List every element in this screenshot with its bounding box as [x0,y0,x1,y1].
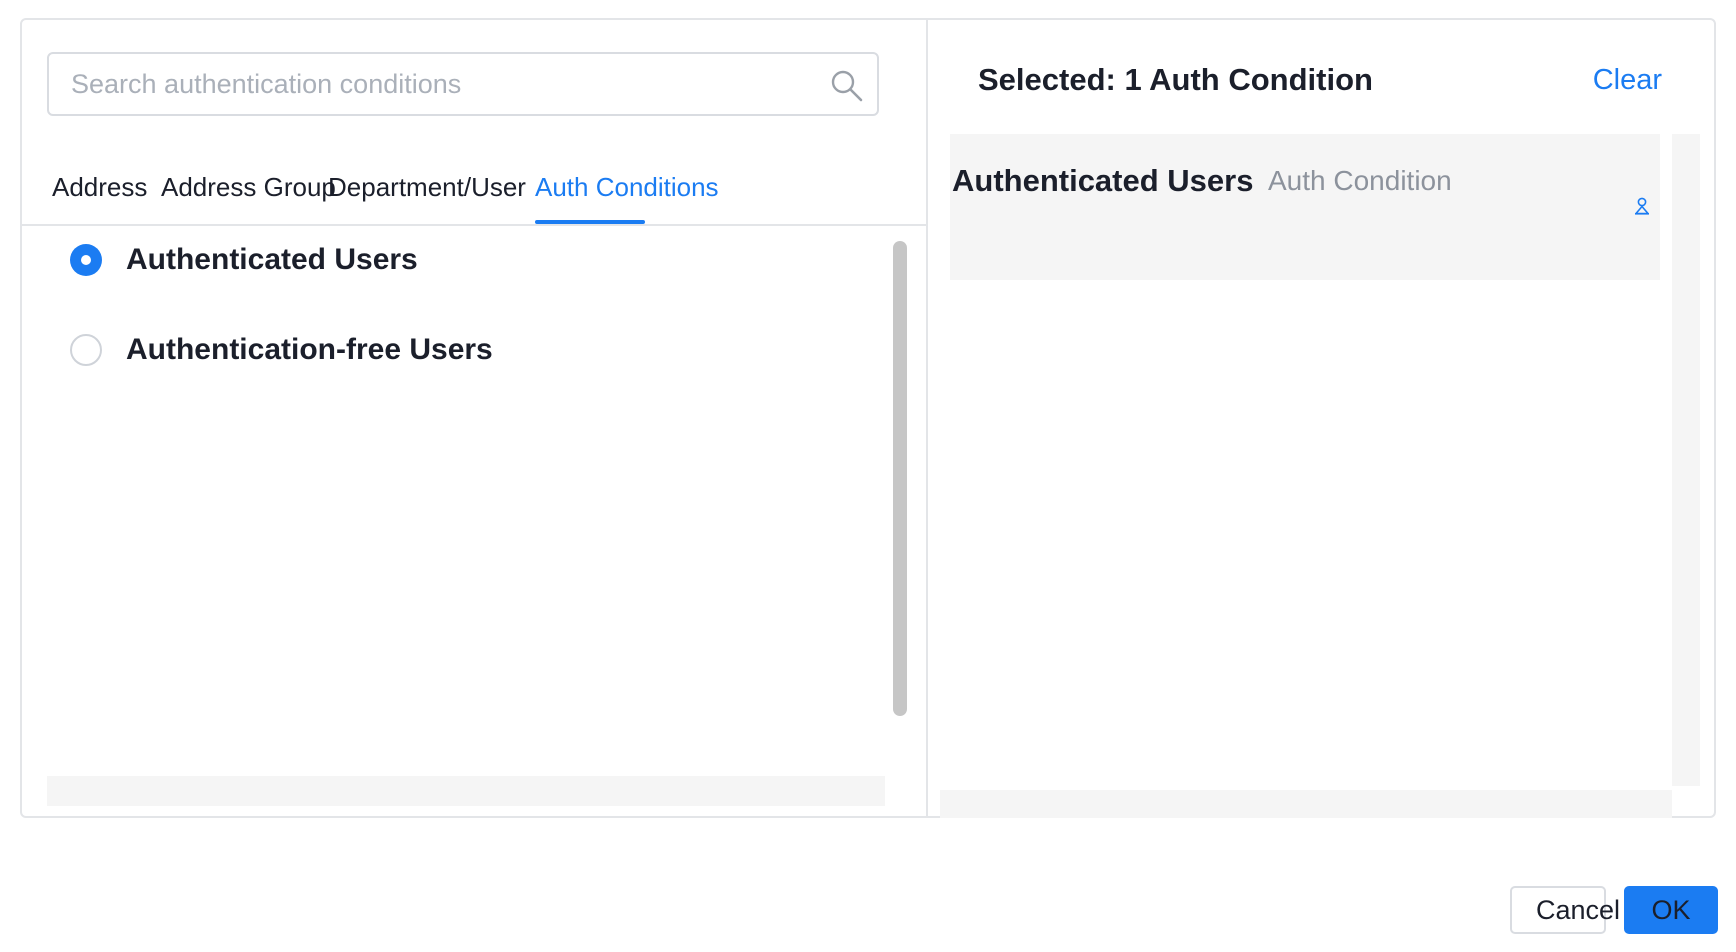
search-box[interactable] [47,52,879,116]
selected-item-name: Authenticated Users [952,163,1254,198]
horizontal-scrollbar[interactable] [47,776,885,806]
search-icon[interactable] [829,68,865,104]
cancel-button[interactable]: Cancel [1510,886,1620,934]
vertical-scrollbar[interactable] [893,241,907,716]
option-authenticated-users[interactable]: Authenticated Users [70,240,418,280]
tab-address[interactable]: Address [52,172,147,203]
selected-count-title: Selected: 1 Auth Condition [978,62,1373,97]
selected-pane: Selected: 1 Auth Condition Clear Authent… [928,20,1714,818]
selected-item: Authenticated Users Auth Condition [950,134,1660,280]
vertical-scrollbar[interactable] [1672,134,1700,786]
tab-address-group[interactable]: Address Group [161,172,336,203]
option-authentication-free-users[interactable]: Authentication-free Users [70,330,493,370]
ok-button[interactable]: OK [1624,886,1718,934]
radio-checked-icon[interactable] [70,244,102,276]
horizontal-scrollbar[interactable] [940,790,1672,818]
selected-item-type: Auth Condition [1268,165,1452,196]
clear-button[interactable]: Clear [1593,64,1662,97]
radio-unchecked-icon[interactable] [70,334,102,366]
available-pane: Address Address Group Department/User Au… [22,20,928,816]
user-icon[interactable] [1634,197,1650,215]
search-input[interactable] [71,54,811,114]
selector-panel: Address Address Group Department/User Au… [20,18,1716,818]
option-label: Authenticated Users [126,243,418,276]
option-label: Authentication-free Users [126,333,493,366]
tab-auth-conditions[interactable]: Auth Conditions [535,172,719,203]
active-tab-indicator [535,220,645,224]
tab-department-user[interactable]: Department/User [328,172,526,203]
category-tabs: Address Address Group Department/User Au… [22,150,926,226]
